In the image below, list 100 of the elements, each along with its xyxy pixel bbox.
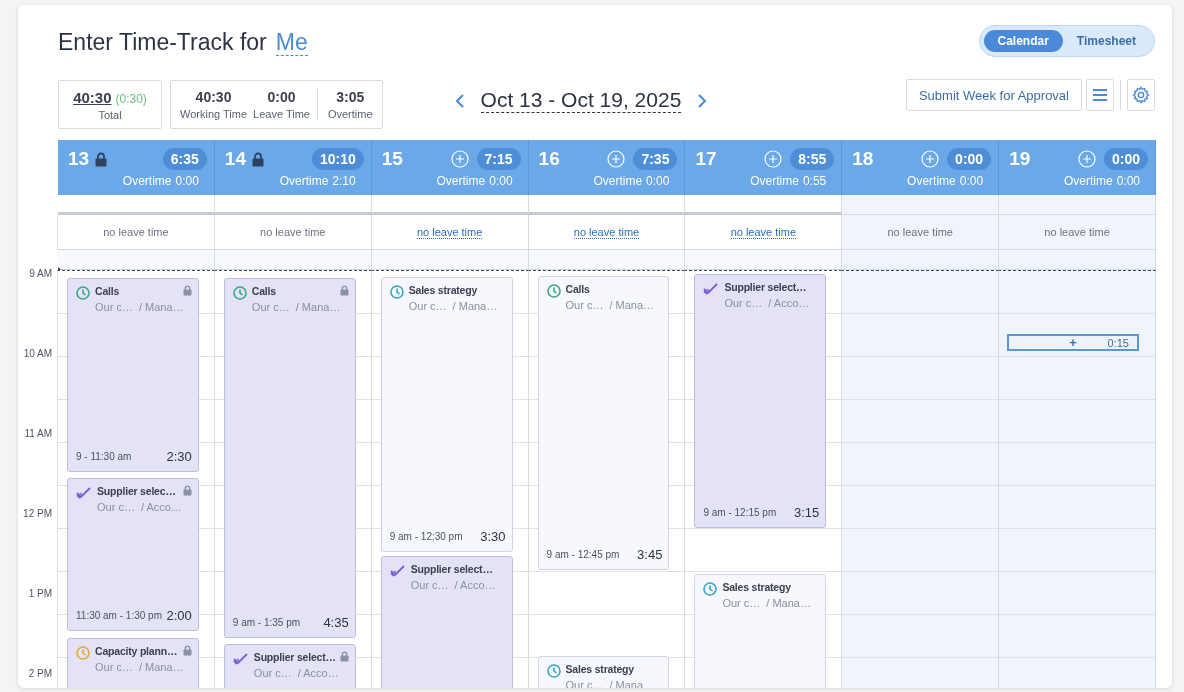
leave-time-link[interactable]: no leave time — [573, 225, 640, 239]
entry-title: Supplier select… — [410, 563, 494, 575]
entry-task: / Mana… — [452, 300, 498, 312]
day-number: 17 — [695, 148, 717, 170]
overtime-label: Overtime — [593, 174, 643, 188]
slot-duration: 0:15 — [1107, 336, 1129, 349]
day-total-badge: 7:15 — [476, 148, 521, 170]
entry-task: / Mana… — [609, 299, 655, 311]
page-title: Enter Time-Track for — [58, 29, 267, 56]
day-number: 15 — [381, 148, 403, 170]
entry-title: Sales strategy — [408, 284, 479, 296]
overtime-label: Overtime — [279, 174, 329, 188]
entry-task: / Mana… — [138, 661, 184, 673]
overtime-label: Overtime — [122, 174, 172, 188]
time-entry-card[interactable]: Capacity plann… Our c… / Mana… — [67, 638, 199, 688]
overtime-label: Overtime — [1063, 174, 1113, 188]
entry-time-range: 9 am - 12:45 pm — [546, 549, 620, 560]
entry-task: / Mana… — [766, 597, 811, 609]
entry-duration: 3:30 — [480, 529, 506, 544]
time-label: 2 PM — [28, 667, 52, 679]
entry-duration: 3:15 — [793, 505, 820, 520]
time-entry-card[interactable]: Calls Our c… / Mana… 9 am - 1:35 pm 4:35 — [223, 278, 356, 638]
entry-title: Sales strategy — [722, 581, 792, 593]
stat-label: Leave Time — [253, 108, 310, 120]
entry-time-range: 9 am - 12:30 pm — [389, 531, 463, 542]
entry-project: Our c… — [410, 579, 449, 591]
time-entry-card[interactable]: Calls Our c… / Mana… 9 am - 12:45 pm 3:45 — [537, 276, 670, 570]
submit-button[interactable]: Submit Week for Approval — [905, 79, 1082, 111]
stat-label: Working Time — [180, 108, 248, 120]
overtime-value: 0:55 — [802, 174, 827, 188]
entry-project: Our c… — [722, 597, 761, 609]
time-entry-card[interactable]: Supplier select… Our c… / Acco… — [380, 556, 513, 688]
view-tab[interactable]: Timesheet — [1062, 30, 1150, 52]
entry-duration: 2:30 — [166, 449, 192, 464]
entry-project: Our c… — [251, 301, 290, 313]
user-link[interactable]: Me — [275, 30, 308, 57]
add-entry-button[interactable] — [764, 150, 783, 168]
overtime-label: Overtime — [907, 174, 956, 188]
settings-icon — [1132, 86, 1150, 104]
entry-title: Capacity plann… — [95, 645, 178, 657]
overtime-value: 0:00 — [646, 174, 670, 188]
overtime-value: 0:00 — [175, 174, 199, 188]
stat-value: 0:00 — [267, 89, 296, 105]
overtime-value: 0:00 — [489, 174, 513, 188]
entry-project: Our c… — [97, 501, 135, 513]
time-label: 10 AM — [23, 347, 52, 359]
time-label: 1 PM — [28, 587, 52, 599]
time-label: 11 AM — [24, 427, 52, 439]
view-tab[interactable]: Calendar — [983, 30, 1063, 52]
entry-project: Our c… — [253, 667, 292, 679]
plus-circle-icon — [1077, 150, 1096, 168]
time-entry-card[interactable]: Supplier select… Our c… / Acco… — [223, 644, 356, 688]
leave-time-text: no leave time — [1044, 226, 1110, 238]
entry-duration: 4:35 — [323, 615, 349, 630]
leave-time-text: no leave time — [103, 226, 169, 238]
entry-task: / Acco… — [140, 501, 182, 513]
time-entry-card[interactable]: Supplier select… Our c… / Acco… 9 am - 12:15 pm 3:15 — [694, 274, 827, 528]
menu-button[interactable] — [1086, 79, 1114, 111]
day-number: 19 — [1009, 148, 1031, 170]
leave-time-link[interactable]: no leave time — [416, 225, 483, 239]
plus-circle-icon — [921, 150, 940, 168]
stat-value: 40:30 — [195, 89, 232, 105]
entry-project: Our c… — [95, 661, 133, 673]
entry-time-range: 11:30 am - 1:30 pm — [76, 610, 162, 621]
entry-time-range: 9 am - 12:15 pm — [703, 507, 777, 518]
week-range[interactable]: Oct 13 - Oct 19, 2025 — [480, 88, 682, 114]
add-entry-button[interactable] — [450, 150, 469, 168]
time-entry-card[interactable]: Sales strategy Our c… / Mana… 9 am - 12:30 pm 3:30 — [380, 277, 513, 552]
entry-project: Our c… — [724, 297, 763, 309]
entry-task: / Acco… — [454, 579, 496, 591]
overtime-value: 0:00 — [1116, 174, 1140, 188]
time-entry-card[interactable]: Sales strategy Our c… / Mana… — [694, 574, 827, 688]
leave-time-link[interactable]: no leave time — [730, 225, 797, 239]
entry-project: Our c… — [408, 300, 447, 312]
entry-time-range: 9 - 11:30 am — [76, 451, 132, 462]
entry-duration: 2:00 — [166, 608, 192, 623]
day-total-badge: 6:35 — [162, 148, 207, 170]
entry-task: / Acco… — [297, 667, 339, 679]
stat-label: Overtime — [327, 108, 373, 120]
total-delta: (0:30) — [115, 91, 147, 106]
entry-title: Calls — [95, 285, 121, 297]
day-total-badge: 8:55 — [790, 148, 835, 170]
entry-title: Sales strategy — [565, 663, 635, 675]
overtime-label: Overtime — [436, 174, 486, 188]
chevron-left-icon — [454, 92, 465, 109]
day-number: 13 — [68, 148, 90, 170]
total-value[interactable]: 40:30 — [73, 88, 112, 106]
settings-button[interactable] — [1127, 79, 1155, 111]
entry-project: Our c… — [95, 301, 133, 313]
entry-time-range: 9 am - 1:35 pm — [232, 617, 301, 628]
overtime-value: 2:10 — [332, 174, 356, 188]
plus-circle-icon — [764, 150, 783, 168]
menu-icon — [1093, 89, 1107, 101]
add-entry-button[interactable] — [607, 150, 626, 168]
day-number: 14 — [224, 148, 246, 170]
stat-value: 3:05 — [336, 89, 365, 105]
time-entry-card[interactable]: Supplier selec… Our c… / Acco… 11:30 am - 1:30 pm 2:00 — [67, 478, 199, 631]
day-number: 16 — [538, 148, 560, 170]
time-entry-card[interactable]: Calls Our c… / Mana… 9 - 11:30 am 2:30 — [67, 278, 199, 472]
entry-task: / Mana… — [295, 301, 341, 313]
